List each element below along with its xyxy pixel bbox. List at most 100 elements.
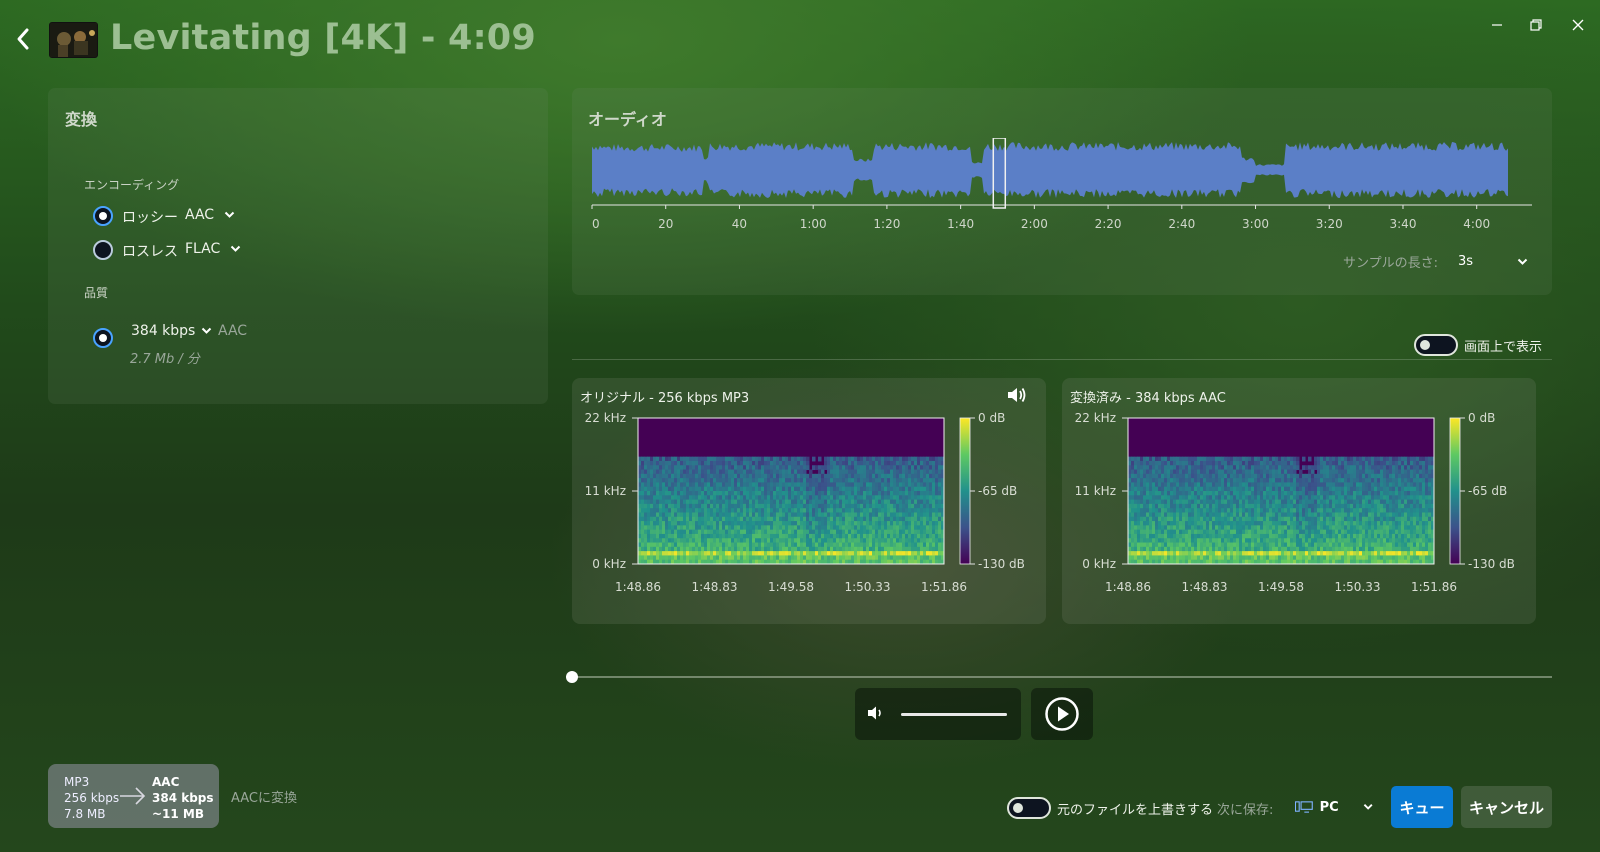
spectrogram-cell — [1227, 491, 1231, 496]
spectrogram-cell — [800, 469, 804, 475]
spectrogram-cell — [1185, 529, 1189, 535]
spectrogram-cell — [1143, 456, 1147, 462]
spectrogram-cell — [917, 555, 921, 561]
spectrogram-cell — [866, 469, 870, 475]
overlay-toggle[interactable] — [1414, 334, 1458, 356]
spectrogram-cell — [872, 478, 876, 483]
spectrogram-cell — [674, 542, 678, 548]
lossy-radio[interactable] — [93, 206, 113, 226]
spectrogram-cell — [1314, 482, 1318, 488]
spectrogram-cell — [1311, 551, 1315, 556]
spectrogram-cell — [1398, 538, 1402, 544]
spectrogram-cell — [1374, 525, 1378, 531]
bitrate-select[interactable]: 384 kbps — [131, 323, 212, 339]
minimize-button[interactable] — [1475, 10, 1519, 40]
spectrogram-cell — [1176, 491, 1180, 496]
lossy-label: ロッシー — [122, 210, 178, 226]
spectrogram-cell — [1161, 551, 1165, 556]
spectrogram-cell — [692, 465, 696, 471]
spectrogram-cell — [1185, 521, 1189, 526]
spectrogram-cell — [689, 495, 693, 501]
spectrogram-cell — [713, 525, 717, 531]
spectrogram-cell — [1146, 529, 1150, 535]
spectrogram-cell — [758, 473, 762, 479]
spectrogram-cell — [818, 521, 822, 526]
spectrogram-cell — [1161, 456, 1165, 462]
spectrogram-cell — [1272, 533, 1276, 539]
spectrogram-cell — [746, 465, 750, 471]
spectrogram-cell — [797, 525, 801, 531]
spectrogram-cell — [1182, 555, 1186, 561]
spectrogram-cell — [857, 521, 861, 526]
spectrogram-cell — [1200, 525, 1204, 531]
spectrogram-cell — [1386, 473, 1390, 479]
spectrogram-cell — [1161, 469, 1165, 475]
spectrogram-cell — [827, 516, 831, 522]
lossy-format-select[interactable]: AAC — [185, 207, 235, 223]
spectrogram-cell — [884, 495, 888, 501]
spectrogram-cell — [644, 503, 648, 509]
spectrogram-cell — [1299, 555, 1303, 561]
spectrogram-cell — [740, 478, 744, 483]
spectrogram-cell — [899, 516, 903, 522]
lossless-radio[interactable] — [93, 240, 113, 260]
spectrogram-cell — [1353, 555, 1357, 561]
spectrogram-cell — [1185, 478, 1189, 483]
spectrogram-cell — [704, 533, 708, 539]
spectrogram-cell — [1392, 473, 1396, 479]
spectrogram-cell — [1227, 486, 1231, 492]
spectrogram-cell — [1380, 551, 1384, 556]
close-button[interactable] — [1556, 10, 1600, 40]
spectrogram-cell — [1290, 512, 1294, 518]
spectrogram-cell — [785, 456, 789, 462]
waveform[interactable]: 0 20 40 1:00 1:20 1:40 2:00 2:20 2:40 3:00 3:20 3:4… — [572, 138, 1552, 238]
spectrogram-cell — [662, 521, 666, 526]
spectrogram-cell — [857, 546, 861, 552]
spectrogram-cell — [731, 456, 735, 462]
spectrogram-cell — [650, 508, 654, 513]
spectrogram-cell — [671, 542, 675, 548]
spectrogram-cell — [662, 503, 666, 509]
original-spectrogram: 22 kHz11 kHz0 kHz1:48.86 1:48.83 1:49.58 1:… — [585, 411, 1025, 594]
spectrogram-cell — [1170, 456, 1174, 462]
spectrogram-cell — [1359, 469, 1363, 475]
spectrogram-cell — [1338, 525, 1342, 531]
restore-button[interactable] — [1514, 10, 1558, 40]
spectrogram-cell — [698, 503, 702, 509]
spectrogram-cell — [818, 538, 822, 544]
spectrogram-cell — [1233, 555, 1237, 561]
spectrogram-cell — [800, 533, 804, 539]
quality-radio[interactable] — [93, 328, 113, 348]
spectrogram-cell — [770, 482, 774, 488]
spectrogram-cell — [1296, 486, 1300, 492]
spectrogram-cell — [926, 482, 930, 488]
back-button[interactable] — [8, 22, 38, 56]
spectrogram-cell — [1248, 516, 1252, 522]
spectrogram-cell — [935, 456, 939, 462]
spectrogram-cell — [1299, 516, 1303, 522]
spectrogram-cell — [1389, 538, 1393, 544]
spectrogram-cell — [905, 525, 909, 531]
spectrogram-cell — [734, 555, 738, 561]
spectrogram-cell — [1323, 465, 1327, 471]
spectrogram-cell — [1152, 542, 1156, 548]
spectrogram-cell — [659, 499, 663, 505]
spectrogram-cell — [1329, 495, 1333, 501]
spectrogram-cell — [935, 512, 939, 518]
spectrogram-cell — [875, 516, 879, 522]
spectrogram-cell — [728, 542, 732, 548]
sample-length-select[interactable]: 3s — [1458, 254, 1528, 269]
spectrogram-cell — [773, 491, 777, 496]
lossless-format-select[interactable]: FLAC — [185, 241, 241, 257]
spectrogram-cell — [710, 503, 714, 509]
spectrogram-cell — [1272, 495, 1276, 501]
spectrogram-cell — [833, 512, 837, 518]
spectrogram-cell — [848, 499, 852, 505]
spectrogram-cell — [788, 503, 792, 509]
spectrogram-cell — [902, 508, 906, 513]
spectrogram-cell — [1341, 495, 1345, 501]
spectrogram-cell — [1257, 499, 1261, 505]
spectrogram-cell — [845, 495, 849, 501]
spectrogram-cell — [1227, 482, 1231, 488]
spectrogram-cell — [1407, 473, 1411, 479]
